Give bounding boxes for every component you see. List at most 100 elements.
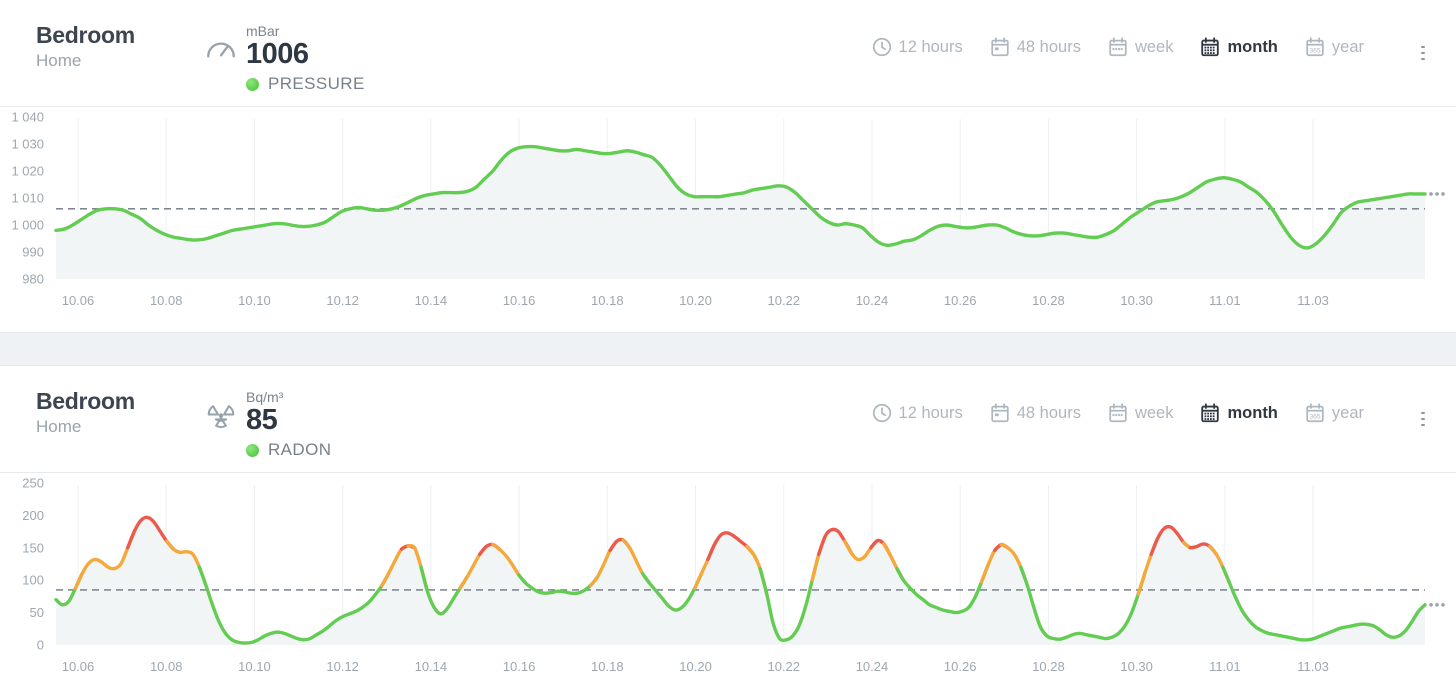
x-axis-tick-label: 10.30: [1120, 293, 1153, 308]
device-location: Home: [36, 417, 82, 436]
pressure-range-selector: 12 hours 48 hours week month 365 year: [871, 22, 1434, 60]
gauge-icon: [204, 33, 238, 67]
device-info: Bedroom Home: [36, 22, 196, 74]
clock-icon: [871, 402, 893, 424]
y-axis-tick-label: 1 030: [11, 137, 44, 152]
range-week[interactable]: week: [1107, 36, 1174, 58]
range-12-hours-label: 12 hours: [898, 37, 963, 56]
radon-chart-svg: 0 50 100 150 200 250 10.06 10.08 10.10 10.12 10.14…: [22, 476, 1445, 674]
x-axis-tick-label: 10.26: [944, 293, 977, 308]
y-axis-tick-label: 1 010: [11, 191, 44, 206]
radon-chart[interactable]: 0 50 100 150 200 250 10.06 10.08 10.10 10.12 10.14…: [0, 473, 1456, 697]
pressure-value: 1006: [246, 38, 309, 70]
calendar-365-icon: 365: [1304, 36, 1326, 58]
y-axis-tick-label: 990: [22, 245, 44, 260]
x-axis-tick-label: 10.18: [591, 293, 624, 308]
x-axis-tick-label: 10.16: [503, 293, 536, 308]
more-options-icon[interactable]: [1412, 400, 1434, 426]
y-axis-tick-label: 980: [22, 272, 44, 287]
range-month[interactable]: month: [1199, 402, 1278, 424]
x-axis-tick-label: 10.24: [856, 293, 889, 308]
radon-value: 85: [246, 404, 278, 436]
range-12-hours[interactable]: 12 hours: [871, 36, 963, 58]
range-48-hours-label: 48 hours: [1016, 37, 1081, 56]
x-axis-tick-label: 10.20: [679, 659, 712, 674]
trailing-dot: [1429, 192, 1433, 196]
x-axis-tick-label: 10.28: [1032, 659, 1065, 674]
x-axis-tick-label: 10.06: [62, 659, 95, 674]
range-48-hours[interactable]: 48 hours: [989, 36, 1081, 58]
pressure-panel-header: Bedroom Home mBar 1006 PRESSURE 12 hours…: [0, 0, 1456, 107]
svg-text:365: 365: [1309, 48, 1321, 55]
device-info: Bedroom Home: [36, 388, 196, 440]
x-axis-tick-label: 11.03: [1297, 659, 1329, 674]
x-axis-tick-label: 10.22: [767, 293, 800, 308]
status-dot-icon: [246, 77, 259, 91]
range-month-label: month: [1227, 37, 1278, 56]
radon-unit: Bq/m³: [246, 389, 284, 405]
y-axis-tick-label: 200: [22, 508, 44, 523]
y-axis-tick-label: 1 000: [11, 218, 44, 233]
x-axis-tick-label: 10.10: [238, 293, 271, 308]
svg-text:365: 365: [1309, 414, 1321, 421]
range-year-label: year: [1331, 403, 1364, 422]
radiation-icon: [204, 399, 238, 433]
pressure-chart[interactable]: 980 990 1 000 1 010 1 020 1 030 1 040 10.06 10.0…: [0, 107, 1456, 332]
range-week[interactable]: week: [1107, 402, 1174, 424]
x-axis-tick-label: 10.14: [415, 659, 448, 674]
y-axis-tick-label: 1 020: [11, 164, 44, 179]
trailing-dot: [1429, 603, 1433, 607]
x-axis-tick-label: 10.18: [591, 659, 624, 674]
y-axis-tick-label: 150: [22, 540, 44, 555]
range-48-hours[interactable]: 48 hours: [989, 402, 1081, 424]
x-axis-tick-label: 10.24: [856, 659, 889, 674]
range-12-hours-label: 12 hours: [898, 403, 963, 422]
x-axis-tick-label: 10.12: [326, 659, 359, 674]
trailing-dot: [1441, 603, 1445, 607]
more-options-icon[interactable]: [1412, 34, 1434, 60]
x-axis-tick-label: 10.30: [1120, 659, 1153, 674]
range-year[interactable]: 365 year: [1304, 402, 1364, 424]
x-axis-tick-label: 10.26: [944, 659, 977, 674]
y-axis-tick-label: 1 040: [11, 110, 44, 125]
radon-range-selector: 12 hours 48 hours week month 365 year: [871, 388, 1434, 426]
device-name: Bedroom: [36, 388, 135, 414]
calendar-365-icon: 365: [1304, 402, 1326, 424]
clock-icon: [871, 36, 893, 58]
pressure-metric: mBar 1006 PRESSURE: [204, 22, 365, 94]
radon-status: RADON: [246, 440, 331, 460]
x-axis-tick-label: 10.20: [679, 293, 712, 308]
x-axis-tick-label: 10.08: [150, 293, 183, 308]
device-name: Bedroom: [36, 22, 135, 48]
x-axis-tick-label: 11.03: [1297, 293, 1329, 308]
range-48-hours-label: 48 hours: [1016, 403, 1081, 422]
calendar-30-icon: [1199, 402, 1221, 424]
x-axis-tick-label: 11.01: [1209, 293, 1241, 308]
pressure-label: PRESSURE: [268, 74, 365, 93]
range-week-label: week: [1134, 403, 1174, 422]
pressure-panel: Bedroom Home mBar 1006 PRESSURE 12 hours…: [0, 0, 1456, 332]
x-axis-tick-label: 10.28: [1032, 293, 1065, 308]
pressure-unit: mBar: [246, 23, 280, 39]
x-axis-tick-label: 10.08: [150, 659, 183, 674]
y-axis-tick-label: 250: [22, 476, 44, 491]
trailing-dot: [1435, 603, 1439, 607]
calendar-2-icon: [989, 36, 1011, 58]
y-axis-tick-label: 0: [37, 638, 44, 653]
device-location: Home: [36, 51, 82, 70]
range-12-hours[interactable]: 12 hours: [871, 402, 963, 424]
x-axis-tick-label: 10.14: [415, 293, 448, 308]
range-week-label: week: [1134, 37, 1174, 56]
range-year-label: year: [1331, 37, 1364, 56]
chart-area-fill: [56, 517, 1425, 645]
calendar-7-icon: [1107, 36, 1129, 58]
x-axis-tick-label: 11.01: [1209, 659, 1241, 674]
range-year[interactable]: 365 year: [1304, 36, 1364, 58]
radon-panel-header: Bedroom Home Bq/m³ 85 RADON 12 hours 48 …: [0, 366, 1456, 473]
radon-label: RADON: [268, 440, 332, 459]
range-month-label: month: [1227, 403, 1278, 422]
x-axis-tick-label: 10.16: [503, 659, 536, 674]
calendar-30-icon: [1199, 36, 1221, 58]
range-month[interactable]: month: [1199, 36, 1278, 58]
y-axis-tick-label: 100: [22, 573, 44, 588]
